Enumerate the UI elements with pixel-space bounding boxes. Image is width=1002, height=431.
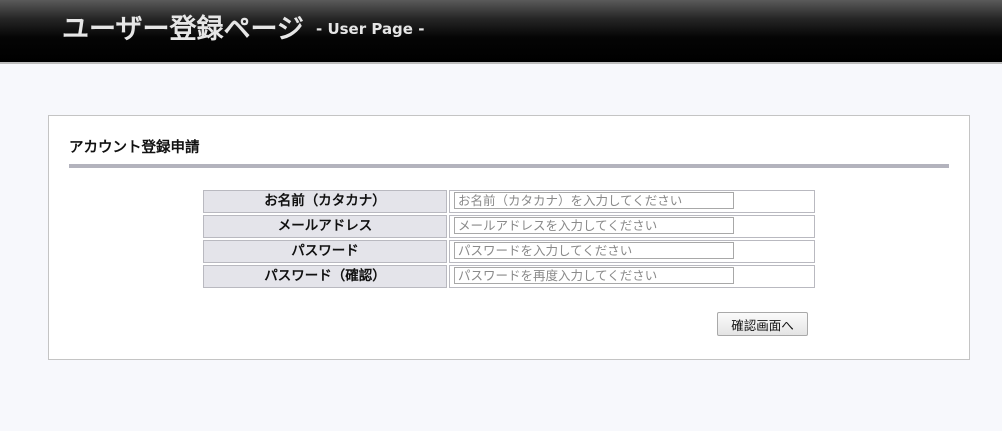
password-cell — [449, 240, 815, 263]
page-subtitle: - User Page - — [316, 20, 425, 38]
page-title: ユーザー登録ページ — [62, 14, 304, 45]
password-input[interactable] — [454, 242, 734, 259]
password-confirm-input[interactable] — [454, 267, 734, 284]
name-cell — [449, 190, 815, 213]
email-input[interactable] — [454, 217, 734, 234]
registration-form: お名前（カタカナ） メールアドレス パスワード パスワード（確認） — [203, 190, 815, 290]
name-label: お名前（カタカナ） — [203, 190, 447, 213]
panel-divider — [69, 164, 949, 168]
form-row-password-confirm: パスワード（確認） — [203, 265, 815, 288]
form-row-password: パスワード — [203, 240, 815, 263]
email-label: メールアドレス — [203, 215, 447, 238]
registration-panel: アカウント登録申請 お名前（カタカナ） メールアドレス パスワード パスワード（… — [48, 115, 970, 360]
email-cell — [449, 215, 815, 238]
page-header: ユーザー登録ページ - User Page - — [0, 0, 1002, 64]
password-confirm-label: パスワード（確認） — [203, 265, 447, 288]
password-confirm-cell — [449, 265, 815, 288]
confirm-button[interactable]: 確認画面へ — [717, 312, 808, 336]
form-row-name: お名前（カタカナ） — [203, 190, 815, 213]
password-label: パスワード — [203, 240, 447, 263]
form-row-email: メールアドレス — [203, 215, 815, 238]
panel-title: アカウント登録申請 — [69, 140, 200, 156]
name-input[interactable] — [454, 192, 734, 209]
